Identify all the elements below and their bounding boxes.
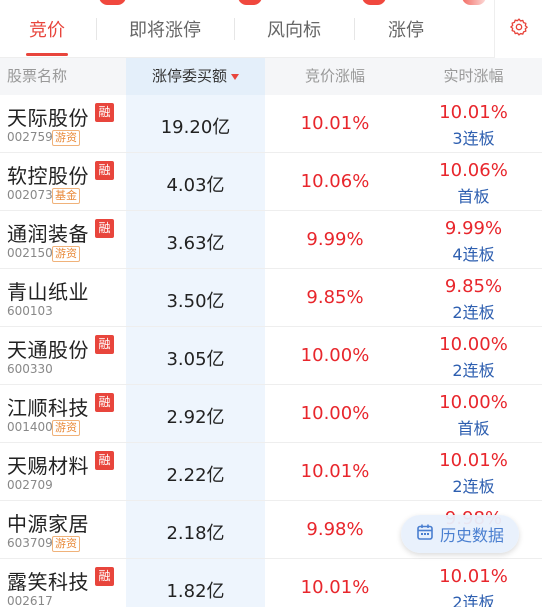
bid-change: 10.00% bbox=[300, 345, 370, 366]
limit-up-bid-amount: 4.03亿 bbox=[166, 175, 225, 196]
tab-divider bbox=[234, 18, 235, 40]
tab-label: 竞价 bbox=[29, 20, 65, 41]
header-realtime-change[interactable]: 实时涨幅 bbox=[405, 58, 542, 95]
realtime-change: 9.85% bbox=[444, 276, 503, 297]
stock-code: 002617 bbox=[7, 594, 53, 607]
table-row[interactable]: 天赐材料融 002709 2.22亿 10.01% 10.01% 2连板 bbox=[0, 443, 542, 501]
realtime-change: 10.06% bbox=[439, 160, 508, 181]
tab-limit-up[interactable]: 涨停 18 bbox=[356, 0, 486, 58]
bid-change: 9.98% bbox=[306, 519, 364, 540]
stock-code: 002150 bbox=[7, 246, 53, 260]
consecutive-board: 2连板 bbox=[452, 477, 495, 496]
sort-desc-icon bbox=[231, 73, 239, 80]
realtime-change: 10.00% bbox=[439, 334, 508, 355]
margin-trading-badge: 融 bbox=[95, 103, 114, 122]
calendar-icon bbox=[416, 523, 434, 545]
table-row[interactable]: 天通股份融 600330 3.05亿 10.00% 10.00% 2连板 bbox=[0, 327, 542, 385]
stock-code: 603709 bbox=[7, 536, 53, 550]
consecutive-board: 3连板 bbox=[452, 129, 495, 148]
tab-overflow-fade bbox=[454, 0, 494, 57]
limit-up-bid-amount: 1.82亿 bbox=[166, 581, 225, 602]
limit-up-bid-amount: 3.50亿 bbox=[166, 291, 225, 312]
stock-name: 天通股份 bbox=[7, 338, 89, 362]
gear-icon bbox=[509, 17, 529, 41]
header-label: 涨停委买额 bbox=[151, 67, 227, 85]
bid-change: 9.99% bbox=[306, 229, 364, 250]
limit-up-bid-amount: 19.20亿 bbox=[160, 117, 231, 138]
limit-up-bid-amount: 3.05亿 bbox=[166, 349, 225, 370]
header-stock-name: 股票名称 bbox=[7, 67, 68, 85]
bid-change: 10.01% bbox=[300, 577, 370, 598]
tab-auction[interactable]: 竞价 131 bbox=[0, 0, 126, 58]
bid-change: 9.85% bbox=[306, 287, 364, 308]
realtime-change: 10.01% bbox=[439, 102, 508, 123]
stock-name: 露笑科技 bbox=[7, 570, 89, 594]
table-header: 股票名称 涨停委买额 竞价涨幅 实时涨幅 bbox=[0, 58, 542, 95]
tab-divider bbox=[354, 18, 355, 40]
limit-up-bid-amount: 2.22亿 bbox=[166, 465, 225, 486]
tab-label: 风向标 bbox=[267, 20, 321, 41]
consecutive-board: 首板 bbox=[457, 419, 490, 438]
stock-code: 600103 bbox=[7, 304, 53, 318]
stock-code: 002073 bbox=[7, 188, 53, 202]
header-bid-change[interactable]: 竞价涨幅 bbox=[265, 58, 405, 95]
limit-up-bid-amount: 3.63亿 bbox=[166, 233, 225, 254]
tab-indicator[interactable]: 风向标 27 bbox=[236, 0, 386, 58]
realtime-change: 10.01% bbox=[439, 450, 508, 471]
stock-tag: 基金 bbox=[52, 188, 80, 204]
realtime-change: 10.00% bbox=[439, 392, 508, 413]
table-row[interactable]: 青山纸业 600103 3.50亿 9.85% 9.85% 2连板 bbox=[0, 269, 542, 327]
margin-trading-badge: 融 bbox=[95, 161, 114, 180]
consecutive-board: 2连板 bbox=[452, 361, 495, 380]
table-row[interactable]: 江顺科技融 001400 游资 2.92亿 10.00% 10.00% 首板 bbox=[0, 385, 542, 443]
table-row[interactable]: 露笑科技融 002617 1.82亿 10.01% 10.01% 2连板 bbox=[0, 559, 542, 607]
margin-trading-badge: 融 bbox=[95, 451, 114, 470]
tab-label: 涨停 bbox=[388, 20, 424, 41]
table-row[interactable]: 天际股份融 002759 游资 19.20亿 10.01% 10.01% 3连板 bbox=[0, 95, 542, 153]
bid-change: 10.01% bbox=[300, 113, 370, 134]
stock-name: 青山纸业 bbox=[7, 280, 89, 304]
tab-bar: 竞价 131 即将涨停 39 风向标 27 涨停 18 bbox=[0, 0, 542, 58]
stock-code: 600330 bbox=[7, 362, 53, 376]
margin-trading-badge: 融 bbox=[95, 335, 114, 354]
stock-tag: 游资 bbox=[52, 246, 80, 262]
margin-trading-badge: 融 bbox=[95, 567, 114, 586]
stock-tag: 游资 bbox=[52, 130, 80, 146]
margin-trading-badge: 融 bbox=[95, 219, 114, 238]
stock-name: 通润装备 bbox=[7, 222, 89, 246]
limit-up-bid-amount: 2.92亿 bbox=[166, 407, 225, 428]
limit-up-bid-amount: 2.18亿 bbox=[166, 523, 225, 544]
stock-tag: 游资 bbox=[52, 536, 80, 552]
stock-tag: 游资 bbox=[52, 420, 80, 436]
stock-name: 软控股份 bbox=[7, 164, 89, 188]
consecutive-board: 4连板 bbox=[452, 245, 495, 264]
stock-code: 002759 bbox=[7, 130, 53, 144]
settings-button[interactable] bbox=[494, 0, 542, 58]
realtime-change: 10.01% bbox=[439, 566, 508, 587]
stock-name: 天际股份 bbox=[7, 106, 89, 130]
bid-change: 10.00% bbox=[300, 403, 370, 424]
tab-divider bbox=[96, 18, 97, 40]
consecutive-board: 2连板 bbox=[452, 303, 495, 322]
margin-trading-badge: 融 bbox=[95, 393, 114, 412]
tab-label: 即将涨停 bbox=[129, 20, 201, 41]
bid-change: 10.01% bbox=[300, 461, 370, 482]
realtime-change: 9.99% bbox=[444, 218, 503, 239]
tab-near-limit-up[interactable]: 即将涨停 39 bbox=[98, 0, 262, 58]
stock-name: 江顺科技 bbox=[7, 396, 89, 420]
consecutive-board: 首板 bbox=[457, 187, 490, 206]
stock-name: 中源家居 bbox=[7, 512, 89, 536]
active-tab-indicator bbox=[26, 53, 68, 56]
history-data-label: 历史数据 bbox=[439, 526, 504, 545]
consecutive-board: 2连板 bbox=[452, 593, 495, 607]
table-row[interactable]: 通润装备融 002150 游资 3.63亿 9.99% 9.99% 4连板 bbox=[0, 211, 542, 269]
header-limit-up-bid-amount[interactable]: 涨停委买额 bbox=[126, 58, 265, 95]
stock-code: 002709 bbox=[7, 478, 53, 492]
history-data-button[interactable]: 历史数据 bbox=[401, 515, 519, 553]
bid-change: 10.06% bbox=[300, 171, 370, 192]
table-row[interactable]: 软控股份融 002073 基金 4.03亿 10.06% 10.06% 首板 bbox=[0, 153, 542, 211]
stock-code: 001400 bbox=[7, 420, 53, 434]
stock-name: 天赐材料 bbox=[7, 454, 89, 478]
